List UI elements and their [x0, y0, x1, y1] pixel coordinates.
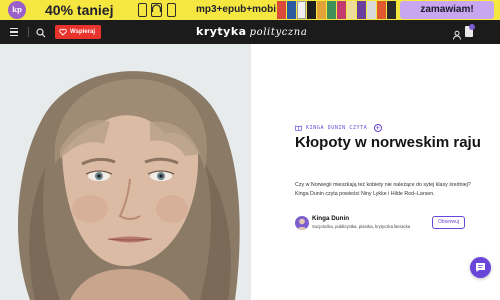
book-cover [317, 1, 326, 19]
promo-banner[interactable]: kp 40% taniej mp3+epub+mobi zamawiam! [0, 0, 500, 20]
order-button[interactable]: zamawiam! [400, 1, 494, 19]
top-navigation: Wspieraj krytyka polityczna [0, 20, 500, 44]
author-portrait-photo [0, 44, 251, 300]
logo-polityczna: polityczna [249, 27, 308, 38]
book-cover [377, 1, 386, 19]
follow-author-button[interactable]: Obserwuj [432, 216, 465, 229]
search-icon[interactable] [35, 26, 47, 38]
follow-category-icon[interactable]: + [374, 123, 382, 132]
book-cover [297, 1, 306, 19]
book-cover [367, 1, 376, 19]
nav-divider [28, 27, 29, 37]
book-cover [347, 1, 356, 19]
headphones-icon [151, 3, 162, 17]
book-cover [327, 1, 336, 19]
book-cover [287, 1, 296, 19]
publisher-logo: kp [8, 1, 26, 19]
ebook-reader-icon [138, 3, 147, 17]
author-bio: Socjolożka, publicystka, pisarka, krytyc… [312, 224, 411, 229]
author-block: Kinga Dunin Socjolożka, publicystka, pis… [295, 215, 495, 235]
book-cover [277, 1, 286, 19]
book-cover [387, 1, 396, 19]
support-button[interactable]: Wspieraj [55, 25, 102, 39]
tablet-icon [167, 3, 176, 17]
avatar[interactable] [295, 216, 309, 230]
book-cover [357, 1, 366, 19]
banner-formats: mp3+epub+mobi [196, 4, 277, 15]
book-cover [337, 1, 346, 19]
support-label: Wspieraj [70, 29, 96, 35]
category-tag[interactable]: KINGA DUNIN CZYTA + [295, 123, 382, 133]
heart-icon [59, 28, 67, 36]
chat-button[interactable] [470, 257, 491, 278]
article-title: Kłopoty w norweskim raju [295, 134, 481, 151]
article-header: KINGA DUNIN CZYTA + Kłopoty w norweskim … [251, 44, 500, 300]
site-logo[interactable]: krytyka polityczna [196, 25, 307, 39]
article-lead: Czy w Norwegii mieszkają też kobiety nie… [295, 182, 471, 197]
category-label: KINGA DUNIN CZYTA [306, 125, 368, 131]
user-icon[interactable] [452, 27, 462, 40]
chat-icon [476, 263, 485, 272]
book-cover [307, 1, 316, 19]
logo-krytyka: krytyka [196, 25, 247, 38]
banner-discount: 40% taniej [45, 2, 114, 18]
hamburger-icon[interactable] [10, 28, 18, 36]
notification-dot [469, 24, 475, 30]
book-covers-strip [277, 0, 400, 20]
book-icon [295, 125, 302, 131]
author-name[interactable]: Kinga Dunin [312, 215, 349, 222]
